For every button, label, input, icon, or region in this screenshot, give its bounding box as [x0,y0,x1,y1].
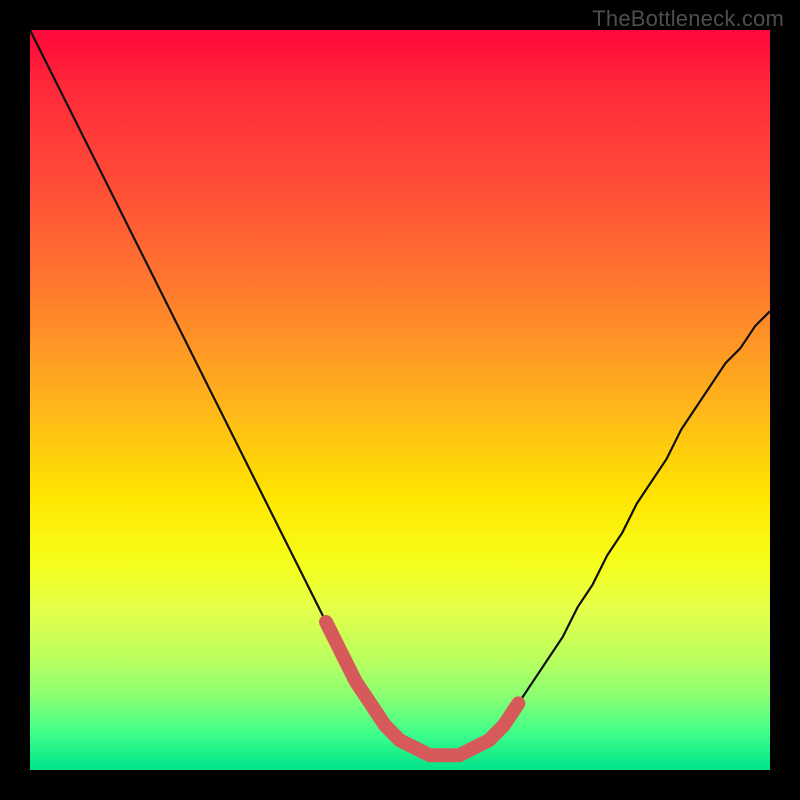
watermark-text: TheBottleneck.com [592,6,784,32]
bottleneck-curve [30,30,770,755]
gradient-plot-area [30,30,770,770]
curve-svg [30,30,770,770]
chart-frame: TheBottleneck.com [0,0,800,800]
bottleneck-curve-highlight [326,622,518,755]
